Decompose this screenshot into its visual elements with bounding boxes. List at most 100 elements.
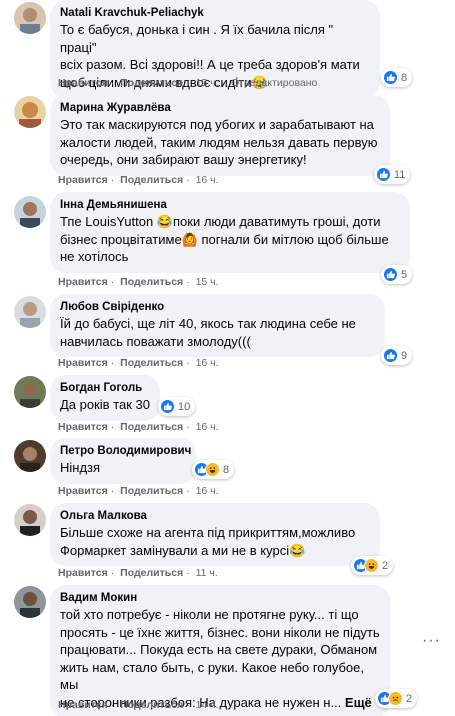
comment-line: Більше схоже на агента під прикриттям,мо… [60, 525, 356, 540]
reaction-summary[interactable]: 5 [381, 265, 413, 284]
timestamp[interactable]: 16 ч. [196, 485, 219, 497]
timestamp[interactable]: 11 ч. [196, 567, 218, 579]
like-button[interactable]: Нравится [58, 276, 108, 288]
reaction-count: 2 [382, 559, 389, 572]
comment-line: працювати... Покуда есть на свете дураки… [60, 642, 378, 657]
comment-bubble: Інна Демьянишена Тпе LouisYutton 😂поки л… [50, 192, 410, 273]
avatar[interactable] [14, 504, 46, 536]
like-icon [376, 167, 391, 182]
reaction-count: 8 [401, 71, 408, 84]
comment-author[interactable]: Марина Журавлёва [60, 101, 380, 116]
comment-actions: Нравится · Поделиться · 14 ч. [58, 699, 219, 711]
comment-bubble: Петро Володимирович Ніндзя [50, 438, 196, 484]
like-button[interactable]: Нравится [58, 567, 108, 579]
reaction-summary[interactable]: 9 [381, 346, 413, 365]
timestamp[interactable]: 16 ч. [196, 357, 219, 369]
comment-bubble: Богдан Гоголь Да років так 30 [50, 375, 160, 421]
reaction-summary[interactable]: 2 [351, 556, 394, 575]
comment-actions: Нравится · Поделиться · 16 ч. [58, 357, 219, 369]
avatar-photo [14, 376, 46, 408]
haha-icon [205, 462, 220, 477]
timestamp[interactable]: 15 ч. [196, 77, 219, 89]
like-icon [383, 267, 398, 282]
reaction-count: 9 [401, 349, 408, 362]
reaction-count: 5 [401, 268, 408, 281]
comment-line: Формаркет замінували а ми не в курсі😂 [60, 542, 306, 558]
comment-author[interactable]: Вадим Мокин [60, 591, 380, 606]
comment-line: Їй до бабусі, ще літ 40, якось так людин… [60, 316, 356, 331]
see-more-link[interactable]: Ещё [345, 695, 372, 710]
comment-line: не хотілось [60, 249, 129, 264]
haha-icon [364, 558, 379, 573]
reaction-summary[interactable]: 10 [158, 397, 196, 416]
timestamp[interactable]: 15 ч. [196, 276, 219, 288]
comment-author[interactable]: Natali Kravchuk-Peliachyk [60, 6, 370, 21]
comment-line: жить нам, стало быть, с руки. Какое небо… [60, 659, 364, 693]
like-button[interactable]: Нравится [58, 77, 108, 89]
avatar[interactable] [14, 96, 46, 128]
share-button[interactable]: Поделиться [120, 699, 183, 711]
reaction-summary[interactable]: 8 [381, 68, 413, 87]
comment-author[interactable]: Петро Володимирович [60, 444, 191, 459]
like-icon [383, 348, 398, 363]
avatar-photo [14, 586, 46, 618]
comment-author[interactable]: Ольга Малкова [60, 509, 370, 524]
share-button[interactable]: Поделиться [120, 174, 183, 186]
comment-line: бізнес процвітатиме🙆 погнали би мітлою щ… [60, 231, 389, 247]
avatar[interactable] [14, 196, 46, 228]
like-button[interactable]: Нравится [58, 485, 108, 497]
share-button[interactable]: Поделиться [120, 77, 183, 89]
more-options-icon[interactable]: ··· [422, 632, 441, 650]
reaction-count: 8 [223, 463, 230, 476]
care-icon [388, 691, 403, 706]
share-button[interactable]: Поделиться [120, 357, 183, 369]
like-icon [160, 399, 175, 414]
avatar-photo [14, 96, 46, 128]
reaction-count: 11 [394, 168, 406, 181]
comment-line: Тпе LouisYutton 😂поки люди даватимуть гр… [60, 214, 381, 229]
timestamp[interactable]: 14 ч. [196, 699, 219, 711]
share-button[interactable]: Поделиться [120, 276, 183, 288]
comment-author[interactable]: Інна Демьянишена [60, 198, 400, 213]
avatar[interactable] [14, 2, 46, 34]
comment-line: Ніндзя [60, 460, 101, 475]
comment-bubble: Ольга Малкова Більше схоже на агента під… [50, 503, 380, 566]
share-button[interactable]: Поделиться [120, 485, 183, 497]
like-button[interactable]: Нравится [58, 421, 108, 433]
comment-line: Да років так 30 [60, 397, 150, 412]
share-button[interactable]: Поделиться [120, 421, 183, 433]
reaction-count: 2 [406, 692, 413, 705]
comment-line: очередь, они забирают вашу энергетику! [60, 152, 307, 167]
like-button[interactable]: Нравится [58, 357, 108, 369]
like-button[interactable]: Нравится [58, 174, 108, 186]
comment-actions: Нравится · Поделиться · 16 ч. [58, 485, 219, 497]
avatar[interactable] [14, 376, 46, 408]
avatar-photo [14, 296, 46, 328]
reaction-count: 10 [178, 400, 191, 413]
comment-line: навчилась поважати змолоду((( [60, 333, 251, 349]
comment-author[interactable]: Любов Свіріденко [60, 300, 375, 315]
avatar-photo [14, 196, 46, 228]
avatar[interactable] [14, 440, 46, 472]
comment-line: Это так маскируются под убогих и зарабат… [60, 117, 374, 132]
avatar-photo [14, 504, 46, 536]
reaction-summary[interactable]: 8 [192, 460, 235, 479]
avatar-photo [14, 2, 46, 34]
comment-actions: Нравится · Поделиться · 11 ч. [58, 567, 218, 579]
like-icon [383, 70, 398, 85]
timestamp[interactable]: 16 ч. [196, 421, 219, 433]
reaction-summary[interactable]: 2 [375, 689, 418, 708]
avatar[interactable] [14, 296, 46, 328]
avatar[interactable] [14, 586, 46, 618]
comment-actions: Нравится · Поделиться · 16 ч. [58, 174, 219, 186]
comment-line: всіх разом. Всі здорові!! А це треба здо… [60, 57, 360, 72]
avatar-photo [14, 440, 46, 472]
comment-bubble: Вадим Мокин той хто потребує - ніколи не… [50, 585, 390, 716]
comment-actions: Нравится · Поделиться · 15 ч. · Отредактиро… [58, 77, 318, 89]
comment-line: жалости людей, таким людям нельзя давать… [60, 134, 378, 150]
comment-author[interactable]: Богдан Гоголь [60, 381, 150, 396]
like-button[interactable]: Нравится [58, 699, 108, 711]
share-button[interactable]: Поделиться [120, 567, 183, 579]
reaction-summary[interactable]: 11 [374, 165, 411, 184]
timestamp[interactable]: 16 ч. [196, 174, 219, 186]
